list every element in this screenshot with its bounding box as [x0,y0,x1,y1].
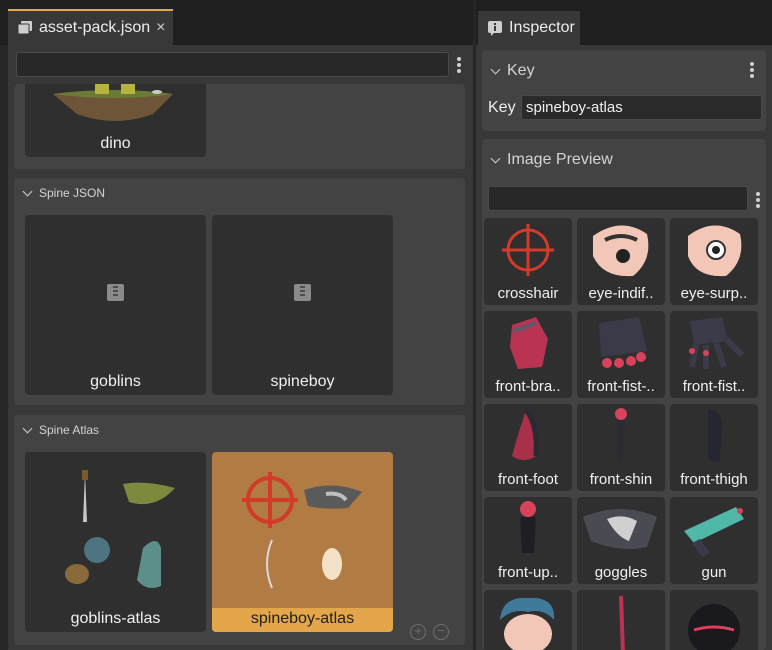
asset-filter-input[interactable] [16,52,449,77]
goblins-atlas-thumbnail-icon [65,470,175,588]
images-section: dino [14,84,465,169]
hoverglow-icon [688,604,740,650]
asset-card-dino[interactable]: dino [25,84,206,157]
spine-json-section: Spine JSON goblins spineboy [14,178,465,405]
front-upper-arm-icon [520,501,536,553]
thumb-label: front-thigh [680,471,748,488]
preview-thumb[interactable]: front-shin [577,404,665,491]
asset-card-label: goblins-atlas [70,610,161,627]
json-file-icon [294,284,311,301]
editor-tab-bar: asset-pack.json × [0,0,473,45]
key-section: Key Key spineboy-atlas [482,50,766,131]
tab-inspector[interactable]: Inspector [478,11,580,45]
front-shin-icon [615,408,627,460]
preview-thumb[interactable]: goggles [577,497,665,584]
asset-card-goblins-atlas[interactable]: goblins-atlas [25,452,206,632]
front-bracer-icon [510,317,548,369]
spineboy-atlas-thumbnail-icon [242,472,362,589]
chevron-down-icon [22,186,33,196]
asset-card-goblins[interactable]: goblins [25,215,206,395]
tab-asset-pack[interactable]: asset-pack.json × [8,9,173,45]
preview-thumb[interactable]: front-foot [484,404,572,491]
eye-indifferent-icon [593,225,649,277]
preview-thumb[interactable] [484,590,572,650]
thumb-label: front-bra.. [495,378,561,395]
more-options-icon[interactable] [750,62,754,80]
front-foot-icon [512,408,539,460]
head-icon [500,597,555,650]
gun-icon [684,507,744,557]
preview-thumb[interactable]: front-fist-.. [577,311,665,398]
preview-thumb[interactable]: front-fist.. [670,311,758,398]
preview-filter-input[interactable] [488,186,748,211]
asset-card-spineboy[interactable]: spineboy [212,215,393,395]
preview-thumb[interactable]: eye-indif.. [577,218,665,305]
preview-thumb[interactable]: front-up.. [484,497,572,584]
thumb-label: gun [701,564,727,581]
front-thigh-icon [708,409,722,462]
asset-card-label: spineboy [270,373,335,390]
front-fist-closed-icon [599,317,647,368]
inspector-window: Inspector Key Key spineboy-atlas Image P… [476,0,772,650]
preview-thumb[interactable]: gun [670,497,758,584]
asset-pack-editor: asset-pack.json × dino Spine JSON goblin… [0,0,473,650]
goggles-icon [583,509,657,549]
preview-thumb[interactable]: front-bra.. [484,311,572,398]
preview-thumb[interactable]: eye-surp.. [670,218,758,305]
tab-title: asset-pack.json [39,19,151,36]
thumb-label: front-fist-.. [587,378,655,395]
image-preview-section: Image Preview crosshair eye-indif.. eye-… [482,139,766,650]
thumb-label: eye-surp.. [680,285,748,302]
thumb-label: crosshair [497,285,559,302]
crosshair-icon [502,224,554,276]
thumb-label: eye-indif.. [588,285,654,302]
front-fist-open-icon [689,317,745,369]
spine-json-header[interactable]: Spine JSON [22,186,106,200]
hoverboard-stick-icon [619,595,625,650]
asset-card-spineboy-atlas[interactable]: spineboy-atlas [212,452,393,632]
spine-atlas-section: Spine Atlas goblins-atlas spineboy-atlas… [14,415,465,645]
info-icon [487,20,503,36]
dino-thumbnail-icon [53,84,173,121]
key-section-header[interactable]: Key [490,62,535,80]
thumb-label: front-up.. [497,564,559,581]
preview-thumb[interactable]: front-thigh [670,404,758,491]
zoom-out-icon[interactable]: − [433,624,449,640]
chevron-down-icon [490,64,501,74]
thumb-label: front-shin [589,471,653,488]
preview-thumb[interactable] [670,590,758,650]
thumb-label: goggles [594,564,648,581]
section-title: Spine Atlas [39,423,100,437]
app-window: asset-pack.json × dino Spine JSON goblin… [0,0,772,650]
image-preview-header[interactable]: Image Preview [490,151,613,169]
spine-atlas-header[interactable]: Spine Atlas [22,423,100,437]
editor-panel: dino Spine JSON goblins spineboy Spine A… [8,45,473,650]
thumb-label: front-fist.. [682,378,746,395]
key-label: Key [488,99,516,116]
inspector-tab-bar: Inspector [476,0,772,45]
asset-card-label: dino [100,135,131,152]
more-options-icon[interactable] [457,57,461,75]
chevron-down-icon [22,423,33,433]
preview-thumb[interactable]: crosshair [484,218,572,305]
preview-thumb[interactable] [577,590,665,650]
thumb-label: front-foot [497,471,559,488]
key-input[interactable]: spineboy-atlas [521,95,762,120]
asset-card-label: goblins [90,373,141,390]
section-title: Spine JSON [39,186,106,200]
zoom-in-icon[interactable]: + [410,624,426,640]
document-stack-icon [17,21,33,35]
close-icon[interactable]: × [156,19,165,37]
chevron-down-icon [490,153,501,163]
inspector-panel: Key Key spineboy-atlas Image Preview cro… [476,45,772,650]
asset-card-label: spineboy-atlas [212,608,393,632]
json-file-icon [107,284,124,301]
section-title: Key [507,62,535,79]
section-title: Image Preview [507,151,613,168]
more-options-icon[interactable] [756,192,760,210]
tab-title: Inspector [509,19,575,36]
eye-surprised-icon [688,225,742,277]
